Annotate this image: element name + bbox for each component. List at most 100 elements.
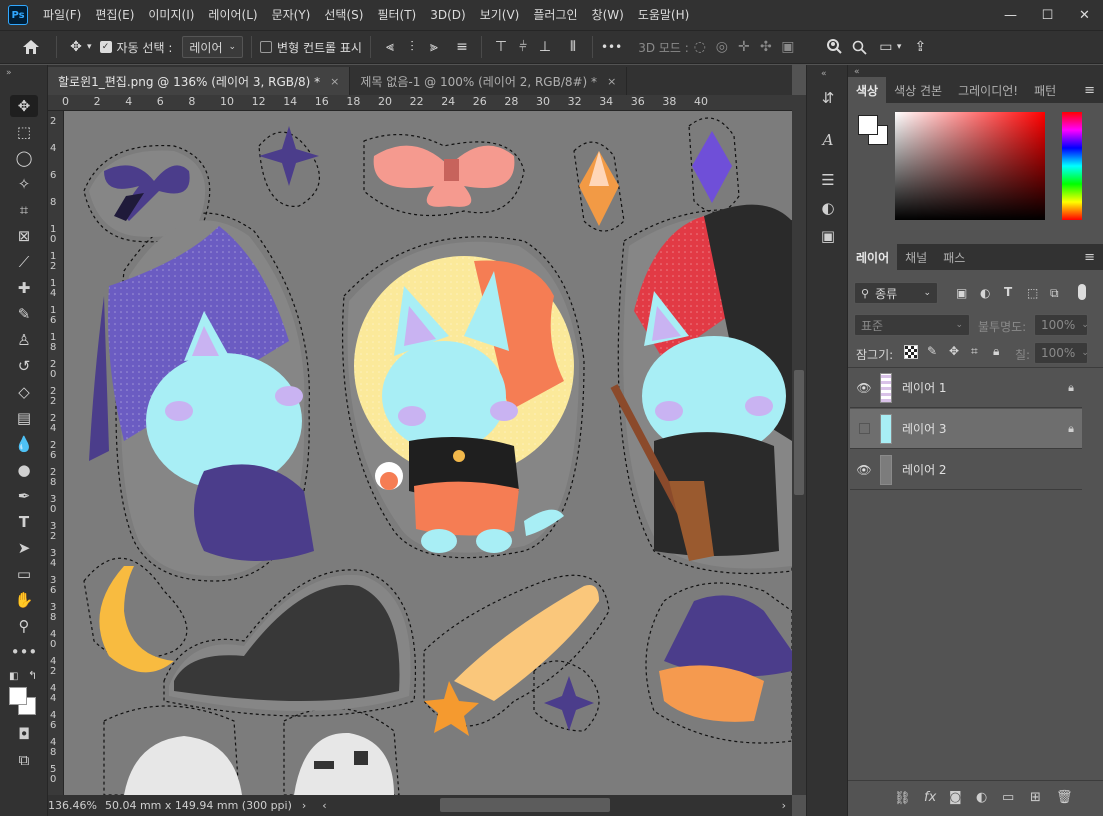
lock-transparent-icon[interactable] (904, 345, 918, 359)
tab-gradients[interactable]: 그레이디언! (950, 77, 1026, 103)
panel-menu-icon[interactable]: ≡ (1084, 83, 1095, 98)
menu-item[interactable]: 플러그인 (526, 0, 584, 30)
collapse-icon[interactable]: « (854, 67, 860, 77)
align-top-icon[interactable]: ⊤ (490, 36, 512, 58)
opacity-input[interactable]: 100% ⌄ (1034, 314, 1089, 336)
gradient-tool-icon[interactable]: ▤ (10, 407, 38, 429)
layer-name[interactable]: 레이어 2 (902, 461, 1060, 478)
blend-mode-dropdown[interactable]: 표준 ⌄ (854, 314, 970, 336)
distribute-vertical-icon[interactable]: ⦀ (562, 36, 584, 58)
move-tool-icon[interactable]: ✥ (65, 36, 87, 58)
adjustment-filter-icon[interactable]: ◐ (980, 286, 990, 300)
more-options-button[interactable]: ••• (601, 35, 622, 59)
lock-all-icon[interactable]: 🔒︎ (993, 344, 999, 359)
lasso-tool-icon[interactable]: ◯ (10, 147, 38, 169)
tab-swatches[interactable]: 색상 견본 (886, 77, 950, 103)
shape-filter-icon[interactable]: ⬚ (1027, 286, 1038, 300)
menu-item[interactable]: 이미지(I) (141, 0, 201, 30)
menu-item[interactable]: 선택(S) (317, 0, 370, 30)
adjustment-layer-icon[interactable]: ◐ (976, 790, 987, 805)
pen-tool-icon[interactable]: ✒ (10, 485, 38, 507)
menu-item[interactable]: 도움말(H) (631, 0, 697, 30)
visibility-toggle[interactable] (850, 423, 878, 434)
orbit-3d-icon[interactable]: ◌ (689, 36, 711, 58)
workspace-icon[interactable]: ▭ (875, 36, 897, 58)
tab-channels[interactable]: 채널 (897, 244, 935, 270)
distribute-icon[interactable]: ≡ (451, 36, 473, 58)
path-selection-icon[interactable]: ➤ (10, 537, 38, 559)
brush-tool-icon[interactable]: ✎ (10, 303, 38, 325)
type-tool-icon[interactable]: T (10, 511, 38, 533)
minimize-button[interactable]: — (992, 0, 1029, 30)
libraries-panel-icon[interactable]: ▣ (817, 225, 839, 247)
trash-icon[interactable]: 🗑︎ (1056, 790, 1073, 805)
restore-button[interactable]: ☐ (1029, 0, 1066, 30)
auto-select-check-icon[interactable]: ✓ (99, 41, 112, 53)
slide-3d-icon[interactable]: ✣ (755, 36, 777, 58)
align-right-icon[interactable]: ⫸ (423, 36, 445, 58)
ruler-vertical[interactable]: 2 4 6 8 1 0 1 2 1 4 1 6 1 8 2 0 2 2 2 4 2 6 2 8 3 0 3 2… (48, 111, 64, 795)
hand-tool-icon[interactable]: ✋ (10, 589, 38, 611)
zoom-tool-icon[interactable]: ⚲ (10, 615, 38, 637)
menu-item[interactable]: 문자(Y) (265, 0, 318, 30)
eye-icon[interactable]: 👁︎ (850, 381, 878, 395)
tab-layers[interactable]: 레이어 (848, 244, 898, 270)
eyedropper-icon[interactable]: ⟋ (10, 251, 38, 273)
edit-toolbar-icon[interactable]: ••• (10, 641, 38, 663)
align-bottom-icon[interactable]: ⊥ (534, 36, 556, 58)
camera-3d-icon[interactable]: ▣ (777, 36, 799, 58)
new-layer-icon[interactable]: ⊞ (1030, 790, 1041, 805)
canvas[interactable] (64, 111, 792, 795)
auto-select-dropdown[interactable]: 레이어 ⌄ (182, 36, 244, 58)
smart-object-filter-icon[interactable]: ⧉ (1050, 286, 1059, 301)
menu-item[interactable]: 필터(T) (370, 0, 423, 30)
color-field[interactable] (895, 112, 1045, 220)
add-mask-icon[interactable]: ◙ (949, 790, 962, 805)
auto-select-checkbox[interactable]: ✓ 자동 선택 : (99, 35, 172, 59)
chevron-right-icon[interactable]: › (302, 799, 306, 812)
collapse-icon[interactable]: » (6, 68, 12, 78)
crop-tool-icon[interactable]: ⌗ (10, 199, 38, 221)
user-search-icon[interactable] (823, 36, 845, 58)
folder-icon[interactable]: ▭ (1002, 790, 1014, 805)
scroll-right-icon[interactable]: › (782, 799, 786, 812)
link-layers-icon[interactable]: ⛓︎ (894, 791, 911, 806)
healing-brush-icon[interactable]: ✚ (10, 277, 38, 299)
layer-name[interactable]: 레이어 1 (902, 379, 1060, 396)
layer-filter-dropdown[interactable]: ⚲ 종류 ⌄ (854, 282, 938, 304)
quick-mask-icon[interactable]: ◘ (10, 723, 38, 745)
chevron-down-icon[interactable]: ▾ (87, 35, 92, 59)
rectangle-tool-icon[interactable]: ▭ (10, 563, 38, 585)
search-icon[interactable] (849, 36, 871, 58)
tab-patterns[interactable]: 패턴 (1026, 77, 1064, 103)
lock-position-icon[interactable]: ✥ (949, 344, 959, 358)
scroll-left-icon[interactable]: ‹ (322, 799, 326, 812)
foreground-color-swatch[interactable] (858, 115, 878, 135)
adjustments-panel-icon[interactable]: ☰ (817, 169, 839, 191)
layer-name[interactable]: 레이어 3 (902, 420, 1060, 437)
history-panel-icon[interactable]: ⇵ (817, 87, 839, 109)
close-icon[interactable]: × (330, 75, 339, 88)
lock-pixels-icon[interactable]: ✎ (927, 344, 937, 358)
screen-mode-icon[interactable]: ⧉ (10, 749, 38, 771)
align-left-icon[interactable]: ⫷ (379, 36, 401, 58)
move-tool-icon[interactable]: ✥ (10, 95, 38, 117)
chevron-down-icon[interactable]: ▾ (897, 35, 902, 59)
type-filter-icon[interactable]: T (1004, 285, 1012, 299)
home-icon[interactable] (20, 36, 42, 58)
zoom-level[interactable]: 136.46% (48, 799, 97, 812)
hue-slider[interactable] (1062, 112, 1082, 220)
history-brush-icon[interactable]: ↺ (10, 355, 38, 377)
menu-item[interactable]: 보기(V) (473, 0, 527, 30)
close-icon[interactable]: × (607, 75, 616, 88)
layer-row-2[interactable]: 👁︎ 레이어 2 (850, 450, 1082, 490)
show-transform-check-icon[interactable] (260, 41, 273, 53)
close-button[interactable]: ✕ (1066, 0, 1103, 30)
align-middle-icon[interactable]: ⫩ (512, 36, 534, 58)
pixel-filter-icon[interactable]: ▣ (956, 286, 967, 300)
eraser-icon[interactable]: ◇ (10, 381, 38, 403)
roll-3d-icon[interactable]: ◎ (711, 36, 733, 58)
menu-item[interactable]: 레이어(L) (201, 0, 264, 30)
layer-style-icon[interactable]: fx (924, 790, 936, 805)
foreground-color-swatch[interactable] (9, 687, 27, 705)
